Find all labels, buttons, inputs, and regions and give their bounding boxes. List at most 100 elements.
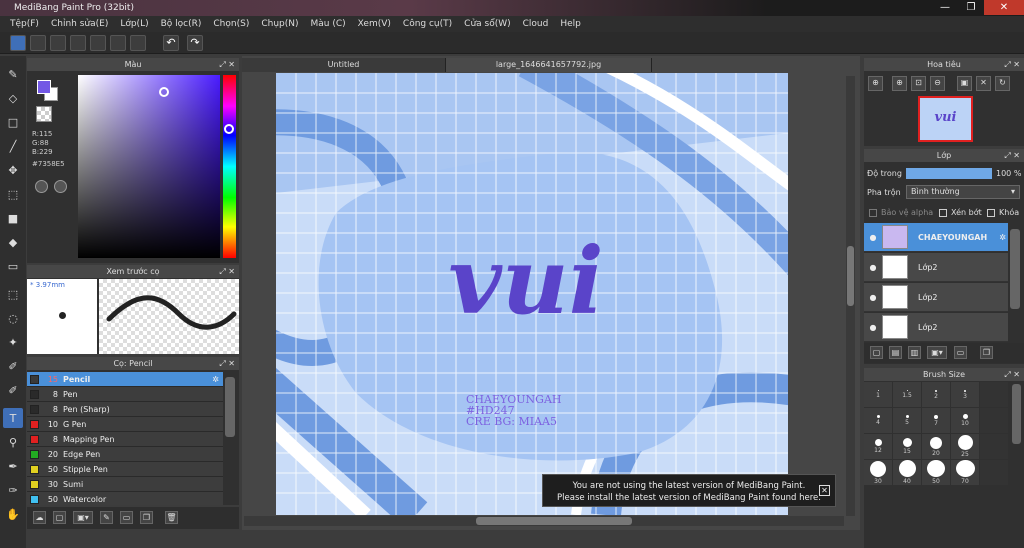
- rotate-icon[interactable]: ↻: [995, 76, 1010, 91]
- notification-close-icon[interactable]: ✕: [819, 485, 830, 496]
- brush-list-scrollbar[interactable]: [225, 377, 235, 437]
- new-layer-icon[interactable]: ▢: [870, 346, 883, 359]
- eraser-tool-icon[interactable]: ◇: [3, 88, 23, 108]
- brush-size-cell[interactable]: 70: [951, 460, 979, 485]
- visibility-icon[interactable]: ●: [864, 293, 882, 302]
- brush-item-watercolor[interactable]: 50 Watercolor: [27, 492, 223, 505]
- lock-checkbox[interactable]: [987, 208, 995, 217]
- vertical-scroll-thumb[interactable]: [847, 246, 854, 306]
- layer-row[interactable]: ● Lớp2: [864, 253, 1008, 282]
- add-brush-icon[interactable]: ▣▾: [73, 511, 93, 524]
- transparent-swatch[interactable]: [36, 106, 52, 122]
- transform-tool-icon[interactable]: ⬚: [3, 184, 23, 204]
- document-icon[interactable]: [90, 35, 106, 51]
- visibility-icon[interactable]: ●: [864, 263, 882, 272]
- color-history-icon[interactable]: [54, 180, 67, 193]
- update-notification[interactable]: You are not using the latest version of …: [542, 474, 836, 507]
- gradient-tool-icon[interactable]: ▭: [3, 256, 23, 276]
- brush-item-pen[interactable]: 8 Pen: [27, 387, 223, 402]
- clipping-checkbox[interactable]: [939, 208, 947, 217]
- horizontal-scroll-thumb[interactable]: [476, 517, 632, 525]
- eyedropper-icon[interactable]: ✒: [3, 456, 23, 476]
- color-picker-cursor[interactable]: [159, 87, 169, 97]
- brush-size-cell[interactable]: 15: [893, 434, 921, 459]
- brush-size-cell[interactable]: 30: [864, 460, 892, 485]
- select-tool-icon[interactable]: ⬚: [3, 284, 23, 304]
- gear-icon[interactable]: ✲: [999, 233, 1006, 242]
- artwork-canvas[interactable]: vui CHAEYOUNGAH #HD247 CRE BG: MIAA5: [276, 73, 788, 515]
- brush-item-g-pen[interactable]: 10 G Pen: [27, 417, 223, 432]
- flip-icon[interactable]: ✕: [976, 76, 991, 91]
- new-brush-icon[interactable]: ▢: [53, 511, 66, 524]
- edit-brush-icon[interactable]: ✎: [100, 511, 113, 524]
- brush-size-cell[interactable]: 1: [864, 382, 892, 407]
- brush-size-cell[interactable]: 4: [864, 408, 892, 433]
- menu-select[interactable]: Chọn(S): [207, 19, 255, 29]
- brush-size-cell[interactable]: 12: [864, 434, 892, 459]
- menu-cloud[interactable]: Cloud: [517, 19, 555, 29]
- brush-item-pen-sharp[interactable]: 8 Pen (Sharp): [27, 402, 223, 417]
- layer-row[interactable]: ● Lớp2: [864, 283, 1008, 312]
- panel-close-icon[interactable]: ⤢ ✕: [219, 58, 235, 71]
- protect-alpha-option[interactable]: Bảo vệ alpha: [869, 208, 933, 217]
- brush-size-cell[interactable]: 50: [922, 460, 950, 485]
- duplicate-layer-icon[interactable]: ❐: [980, 346, 993, 359]
- brush-size-cell[interactable]: 5: [893, 408, 921, 433]
- lock-option[interactable]: Khóa: [987, 208, 1019, 217]
- layout-icon[interactable]: [110, 35, 126, 51]
- panel-close-icon[interactable]: ⤢ ✕: [1004, 149, 1020, 162]
- hand-tool-icon[interactable]: ✋: [3, 504, 23, 524]
- blend-mode-dropdown[interactable]: Bình thường ▾: [906, 185, 1020, 199]
- brush-size-cell[interactable]: 40: [893, 460, 921, 485]
- select-eraser-icon[interactable]: ✐: [3, 380, 23, 400]
- gear-icon[interactable]: ✲: [212, 375, 219, 384]
- menu-snap[interactable]: Chụp(N): [255, 19, 304, 29]
- menu-color[interactable]: Màu (C): [305, 19, 352, 29]
- layer-row-selected[interactable]: ● CHAEYOUNGAH ✲: [864, 223, 1008, 252]
- menu-filter[interactable]: Bộ lọc(R): [155, 19, 208, 29]
- brush-size-cell[interactable]: 20: [922, 434, 950, 459]
- opacity-slider[interactable]: [906, 168, 992, 179]
- brush-size-cell[interactable]: 10: [951, 408, 979, 433]
- visibility-icon[interactable]: ●: [864, 323, 882, 332]
- bucket-tool-icon[interactable]: ◆: [3, 232, 23, 252]
- menu-window[interactable]: Cửa sổ(W): [458, 19, 516, 29]
- actual-size-icon[interactable]: ▣: [957, 76, 972, 91]
- brush-size-scrollbar[interactable]: [1012, 384, 1021, 444]
- brush-tool-icon[interactable]: ✎: [3, 64, 23, 84]
- brush-size-cell[interactable]: 2: [922, 382, 950, 407]
- menu-edit[interactable]: Chỉnh sửa(E): [45, 19, 114, 29]
- cloud-brush-icon[interactable]: ☁: [33, 511, 46, 524]
- menu-help[interactable]: Help: [554, 19, 587, 29]
- lasso-tool-icon[interactable]: ◌: [3, 308, 23, 328]
- tab-untitled[interactable]: Untitled: [242, 58, 446, 72]
- hue-slider[interactable]: [223, 75, 236, 258]
- zoom-in-icon[interactable]: ⊕: [868, 76, 883, 91]
- panel-close-icon[interactable]: ⤢ ✕: [219, 265, 235, 278]
- brush-size-cell[interactable]: 25: [951, 434, 979, 459]
- brush-size-cell[interactable]: 3: [951, 382, 979, 407]
- move-tool-icon[interactable]: ✥: [3, 160, 23, 180]
- canvas-vertical-scrollbar[interactable]: [846, 76, 855, 516]
- add-layer-menu-icon[interactable]: ▣▾: [927, 346, 947, 359]
- layer-list-scrollbar[interactable]: [1010, 229, 1020, 309]
- tab-large-image[interactable]: large_1646641657792.jpg: [446, 58, 652, 72]
- navigator-thumbnail[interactable]: vui: [918, 96, 973, 142]
- rectangle-tool-icon[interactable]: ■: [3, 208, 23, 228]
- panel-tool-icon[interactable]: ⚲: [3, 432, 23, 452]
- canvas-horizontal-scrollbar[interactable]: [244, 516, 844, 526]
- restore-button[interactable]: ❐: [958, 0, 984, 15]
- brush-item-sumi[interactable]: 30 Sumi: [27, 477, 223, 492]
- menu-layer[interactable]: Lớp(L): [114, 19, 154, 29]
- brush-item-edge-pen[interactable]: 20 Edge Pen: [27, 447, 223, 462]
- copy-icon[interactable]: ❐: [140, 511, 153, 524]
- magic-wand-icon[interactable]: ✦: [3, 332, 23, 352]
- protect-alpha-checkbox[interactable]: [869, 208, 877, 217]
- hue-slider-handle[interactable]: [224, 124, 234, 134]
- menu-tools[interactable]: Công cụ(T): [397, 19, 458, 29]
- brush-size-cell[interactable]: 1.5: [893, 382, 921, 407]
- select-pen-icon[interactable]: ✐: [3, 356, 23, 376]
- panel-close-icon[interactable]: ⤢ ✕: [1004, 58, 1020, 71]
- brush-size-cell[interactable]: 7: [922, 408, 950, 433]
- panel-close-icon[interactable]: ⤢ ✕: [1004, 368, 1020, 381]
